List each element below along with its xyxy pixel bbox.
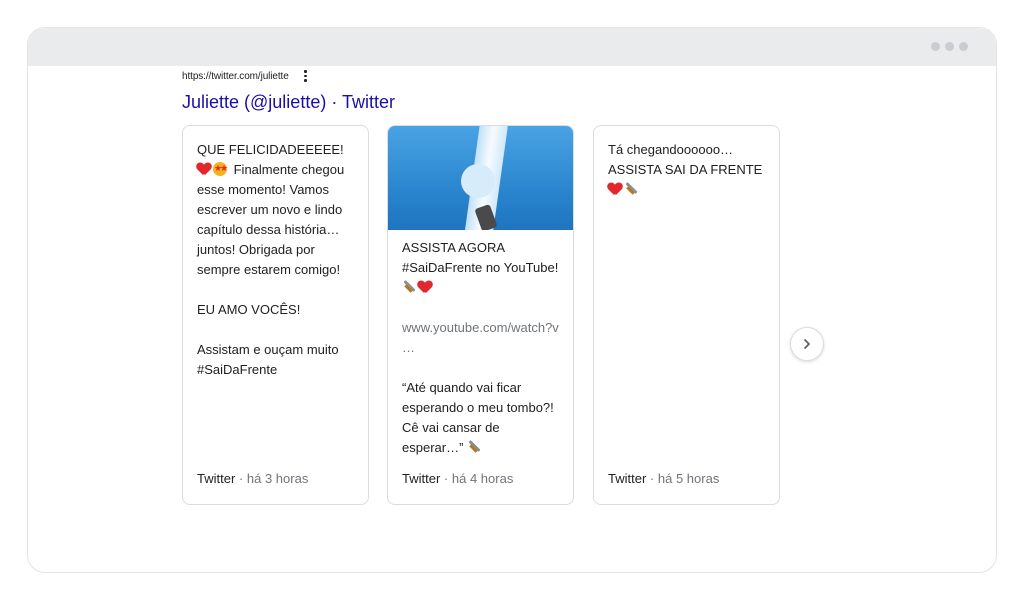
tweet-line: ASSISTA AGORA #SaiDaFrente no YouTube!: [402, 240, 559, 275]
tweet-text: ASSISTA AGORA #SaiDaFrente no YouTube! w…: [402, 238, 561, 458]
tweet-time: há 4 horas: [451, 471, 514, 486]
video-thumbnail[interactable]: [388, 126, 573, 230]
tweet-text: Tá chegandoooooo… ASSISTA SAI DA FRENTE: [608, 140, 767, 200]
tweet-time: há 5 horas: [657, 471, 720, 486]
tweet-source: Twitter: [608, 471, 647, 486]
heart-icon: [608, 183, 622, 196]
carousel-next-button[interactable]: [790, 327, 824, 361]
tweet-footer: Twitter · há 3 horas: [197, 471, 308, 487]
tweet-source: Twitter: [197, 471, 236, 486]
heart-eyes-face-icon: [213, 158, 228, 178]
search-result: https://twitter.com/juliette Juliette (@…: [182, 69, 822, 113]
separator: ·: [238, 471, 244, 486]
tweet-time: há 3 horas: [246, 471, 309, 486]
tweet-line: QUE FELICIDADEEEEE!: [197, 142, 344, 157]
tweet-card[interactable]: Tá chegandoooooo… ASSISTA SAI DA FRENTE …: [593, 125, 780, 505]
more-vert-icon[interactable]: [301, 69, 311, 83]
thumbnail-shape: [461, 164, 495, 198]
tweet-text: QUE FELICIDADEEEEE! Finalmente chegou es…: [197, 140, 356, 380]
tweet-card[interactable]: ASSISTA AGORA #SaiDaFrente no YouTube! w…: [387, 125, 574, 505]
tweet-paragraph: QUE FELICIDADEEEEE! Finalmente chegou es…: [197, 140, 356, 280]
youtube-link[interactable]: www.youtube.com/watch?v …: [402, 318, 561, 358]
result-title-link[interactable]: Juliette (@juliette) · Twitter: [182, 91, 822, 113]
tweet-source: Twitter: [402, 471, 441, 486]
sword-icon: [624, 182, 638, 196]
dot: [959, 42, 968, 51]
tweet-paragraph: Assistam e ouçam muito #SaiDaFrente: [197, 342, 343, 377]
tweet-footer: Twitter · há 4 horas: [402, 471, 513, 487]
dot: [945, 42, 954, 51]
tweet-line: Tá chegandoooooo… ASSISTA SAI DA FRENTE: [608, 142, 763, 177]
tweet-line: Finalmente chegou esse momento! Vamos es…: [197, 162, 348, 277]
result-url[interactable]: https://twitter.com/juliette: [182, 71, 289, 82]
tweet-paragraph: ASSISTA AGORA #SaiDaFrente no YouTube!: [402, 238, 561, 298]
tweet-footer: Twitter · há 5 horas: [608, 471, 719, 487]
browser-toolbar: [28, 28, 996, 66]
window-dots-icon[interactable]: [931, 42, 968, 51]
heart-icon: [418, 281, 432, 294]
separator: ·: [649, 471, 655, 486]
tweet-paragraph: EU AMO VOCÊS!: [197, 302, 301, 317]
tweet-quote: “Até quando vai ficar esperando o meu to…: [402, 378, 561, 458]
tweet-paragraph: Tá chegandoooooo… ASSISTA SAI DA FRENTE: [608, 140, 767, 200]
sword-icon: [467, 440, 481, 454]
sword-icon: [402, 280, 416, 294]
result-url-row: https://twitter.com/juliette: [182, 69, 822, 83]
heart-icon: [197, 163, 211, 176]
dot: [931, 42, 940, 51]
chevron-right-icon: [804, 339, 810, 349]
separator: ·: [443, 471, 449, 486]
tweet-card[interactable]: QUE FELICIDADEEEEE! Finalmente chegou es…: [182, 125, 369, 505]
